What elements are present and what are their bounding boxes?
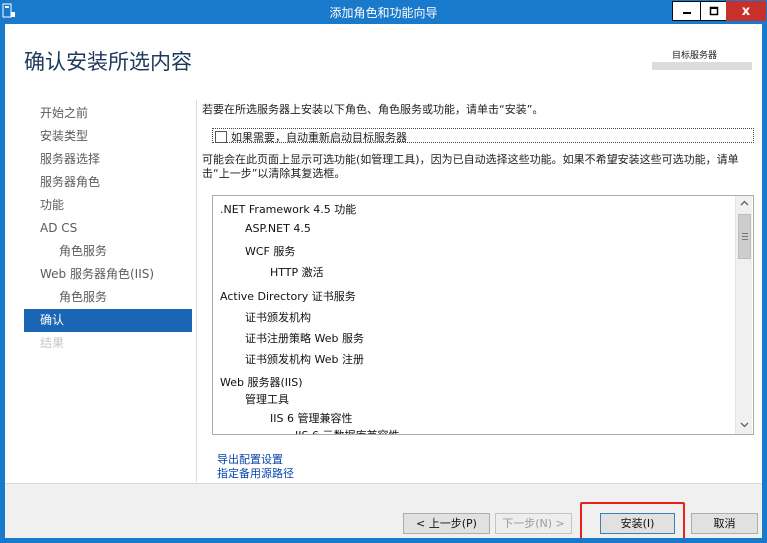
nav-item-server-roles[interactable]: 服务器角色	[5, 171, 192, 194]
minimize-button[interactable]	[672, 1, 701, 21]
destination-server-label: 目标服务器	[672, 51, 718, 61]
list-item: 管理工具	[245, 393, 289, 406]
list-item: 证书注册策略 Web 服务	[245, 332, 364, 345]
install-highlight-box	[580, 502, 685, 542]
list-item: Active Directory 证书服务	[220, 290, 356, 303]
list-item: IIS 6 元数据库兼容性	[295, 427, 399, 434]
nav-item-results: 结果	[40, 336, 65, 350]
nav-item-ad-cs[interactable]: AD CS	[5, 217, 192, 240]
close-button[interactable]: x	[726, 1, 766, 21]
scroll-up-button[interactable]	[737, 196, 752, 212]
auto-restart-checkbox-label[interactable]: 如果需要，自动重新启动目标服务器	[231, 129, 407, 145]
scroll-down-button[interactable]	[737, 418, 752, 434]
list-item: Web 服务器(IIS)	[220, 376, 303, 389]
wizard-nav: 开始之前 安装类型 服务器选择 服务器角色 功能 AD CS 角色服务 Web …	[5, 102, 192, 355]
grip-icon	[742, 233, 748, 240]
close-icon: x	[741, 3, 751, 19]
list-item: HTTP 激活	[270, 266, 324, 279]
list-item: ASP.NET 4.5	[245, 222, 311, 235]
nav-item-ad-cs-role-services[interactable]: 角色服务	[5, 240, 192, 263]
optional-features-note: 可能会在此页面上显示可选功能(如管理工具)，因为已自动选择这些功能。如果不希望安…	[202, 153, 739, 180]
nav-item-before-you-begin[interactable]: 开始之前	[5, 102, 192, 125]
destination-server-value	[652, 62, 752, 70]
cancel-button[interactable]: 取消	[691, 513, 758, 534]
minimize-icon	[682, 12, 691, 14]
previous-button[interactable]: < 上一步(P)	[403, 513, 490, 534]
wizard-footer: < 上一步(P) 下一步(N) > 安装(I) 取消	[5, 483, 762, 542]
nav-item-features[interactable]: 功能	[5, 194, 192, 217]
nav-item-server-selection[interactable]: 服务器选择	[5, 148, 192, 171]
window-title: 添加角色和功能向导	[329, 6, 438, 20]
title-bar[interactable]: 添加角色和功能向导 x	[0, 0, 767, 24]
wizard-window: 添加角色和功能向导 x 确认安装所选内容 目标服务器 开始之前 安装类型 服务器…	[0, 0, 767, 543]
chevron-down-icon	[740, 422, 749, 428]
list-item: WCF 服务	[245, 245, 296, 258]
list-item: .NET Framework 4.5 功能	[220, 203, 357, 216]
next-button: 下一步(N) >	[495, 513, 572, 534]
auto-restart-checkbox-box[interactable]	[215, 131, 227, 143]
auto-restart-checkbox[interactable]: 如果需要，自动重新启动目标服务器	[212, 128, 754, 145]
maximize-icon	[709, 6, 718, 16]
intro-text: 若要在所选服务器上安装以下角色、角色服务或功能，请单击“安装”。	[202, 103, 544, 116]
features-list-scrollbar[interactable]	[735, 196, 752, 434]
page-title: 确认安装所选内容	[24, 50, 192, 74]
list-item: 证书颁发机构	[245, 311, 311, 324]
nav-item-installation-type[interactable]: 安装类型	[5, 125, 192, 148]
chevron-up-icon	[740, 200, 749, 206]
window-bottom-border	[0, 538, 767, 543]
nav-item-confirmation[interactable]: 确认	[24, 309, 192, 332]
list-item: 证书颁发机构 Web 注册	[245, 353, 364, 366]
nav-item-iis-role-services[interactable]: 角色服务	[5, 286, 192, 309]
alternate-source-link[interactable]: 指定备用源路径	[217, 465, 294, 481]
nav-divider	[196, 100, 197, 482]
nav-item-web-server-role[interactable]: Web 服务器角色(IIS)	[5, 263, 192, 286]
list-item: IIS 6 管理兼容性	[270, 412, 353, 425]
wizard-client-area: 确认安装所选内容 目标服务器 开始之前 安装类型 服务器选择 服务器角色 功能 …	[5, 24, 762, 542]
scroll-thumb[interactable]	[738, 214, 751, 259]
selected-features-list[interactable]: .NET Framework 4.5 功能 ASP.NET 4.5 WCF 服务…	[212, 195, 754, 435]
maximize-button[interactable]	[700, 1, 727, 21]
